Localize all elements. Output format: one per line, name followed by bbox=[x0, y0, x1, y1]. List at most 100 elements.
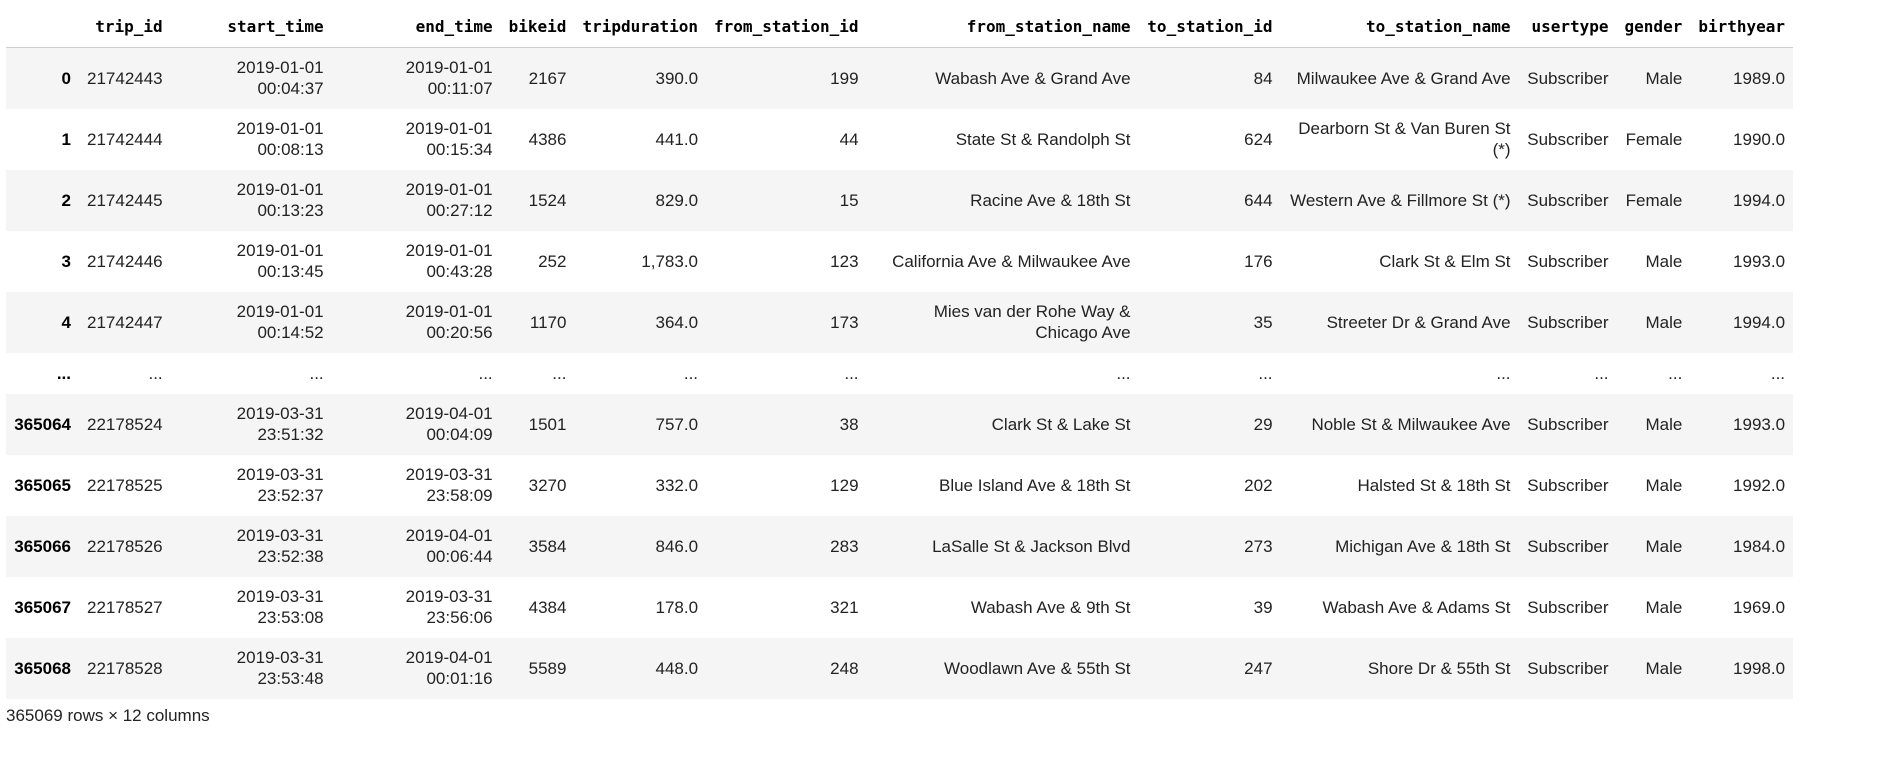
dataframe-table: trip_id start_time end_time bikeid tripd… bbox=[6, 5, 1794, 699]
cell-from-station-name: ... bbox=[1116, 363, 1131, 383]
cell-trip-id: 22178526 bbox=[87, 536, 163, 556]
cell-birthyear: 1993.0 bbox=[1733, 414, 1786, 434]
dataframe-shape-label: 365069 rows × 12 columns bbox=[6, 705, 210, 725]
table-row: 365064 22178524 2019-03-31 23:51:32 2019-04… bbox=[6, 393, 1794, 455]
cell-gender: Female bbox=[1625, 129, 1683, 149]
cell-to-station-name: Noble St & Milwaukee Ave bbox=[1311, 414, 1511, 434]
cell-to-station-name: Clark St & Elm St bbox=[1379, 251, 1511, 271]
table-row: 2 21742445 2019-01-01 00:13:23 2019-01-01 0… bbox=[6, 169, 1794, 231]
cell-trip-id: 22178527 bbox=[87, 597, 163, 617]
cell-end-time: 2019-03-31 23:56:06 bbox=[405, 587, 493, 627]
cell-bikeid: ... bbox=[552, 363, 567, 383]
cell-start-time: 2019-01-01 00:14:52 bbox=[236, 302, 324, 342]
cell-end-time: 2019-04-01 00:06:44 bbox=[405, 526, 493, 566]
cell-gender: Female bbox=[1625, 190, 1683, 210]
cell-trip-id: 22178524 bbox=[87, 414, 163, 434]
cell-end-time: 2019-01-01 00:43:28 bbox=[405, 241, 493, 281]
cell-to-station-id: 202 bbox=[1244, 475, 1273, 495]
cell-usertype: Subscriber bbox=[1527, 658, 1609, 678]
cell-gender: Male bbox=[1645, 536, 1683, 556]
cell-from-station-name: Woodlawn Ave & 55th St bbox=[944, 658, 1131, 678]
cell-to-station-name: ... bbox=[1496, 363, 1511, 383]
cell-tripduration: 390.0 bbox=[655, 68, 699, 88]
cell-start-time: 2019-03-31 23:51:32 bbox=[236, 404, 324, 444]
cell-gender: ... bbox=[1668, 363, 1683, 383]
cell-usertype: Subscriber bbox=[1527, 597, 1609, 617]
row-index: 365064 bbox=[14, 414, 71, 434]
column-header-end-time: end_time bbox=[331, 5, 501, 48]
row-index: 365065 bbox=[14, 475, 71, 495]
cell-tripduration: 846.0 bbox=[655, 536, 699, 556]
cell-from-station-id: 199 bbox=[830, 68, 859, 88]
table-row: 1 21742444 2019-01-01 00:08:13 2019-01-01 0… bbox=[6, 108, 1794, 170]
cell-to-station-name: Streeter Dr & Grand Ave bbox=[1326, 312, 1511, 332]
cell-from-station-name: California Ave & Milwaukee Ave bbox=[892, 251, 1131, 271]
cell-from-station-id: 38 bbox=[839, 414, 859, 434]
cell-trip-id: 21742445 bbox=[87, 190, 163, 210]
column-header-bikeid: bikeid bbox=[500, 5, 575, 48]
cell-birthyear: ... bbox=[1770, 363, 1786, 383]
cell-start-time: 2019-01-01 00:13:23 bbox=[236, 180, 324, 220]
cell-start-time: 2019-03-31 23:53:48 bbox=[236, 648, 324, 688]
cell-bikeid: 4384 bbox=[528, 597, 567, 617]
cell-birthyear: 1998.0 bbox=[1733, 658, 1786, 678]
cell-gender: Male bbox=[1645, 475, 1683, 495]
cell-gender: Male bbox=[1645, 658, 1683, 678]
cell-to-station-id: 273 bbox=[1244, 536, 1273, 556]
cell-trip-id: 21742444 bbox=[87, 129, 163, 149]
cell-start-time: 2019-01-01 00:08:13 bbox=[236, 119, 324, 159]
table-row: 365066 22178526 2019-03-31 23:52:38 2019-04… bbox=[6, 515, 1794, 577]
cell-birthyear: 1993.0 bbox=[1733, 251, 1786, 271]
cell-bikeid: 1524 bbox=[528, 190, 567, 210]
cell-trip-id: 22178528 bbox=[87, 658, 163, 678]
cell-to-station-id: 624 bbox=[1244, 129, 1273, 149]
cell-bikeid: 3270 bbox=[528, 475, 567, 495]
cell-usertype: Subscriber bbox=[1527, 414, 1609, 434]
cell-usertype: Subscriber bbox=[1527, 536, 1609, 556]
cell-bikeid: 2167 bbox=[528, 68, 567, 88]
cell-start-time: ... bbox=[309, 363, 324, 383]
column-header-from-station-name: from_station_name bbox=[866, 5, 1139, 48]
cell-tripduration: 441.0 bbox=[655, 129, 699, 149]
cell-tripduration: 829.0 bbox=[655, 190, 699, 210]
table-row: 365065 22178525 2019-03-31 23:52:37 2019-03… bbox=[6, 454, 1794, 516]
cell-bikeid: 1170 bbox=[529, 312, 567, 332]
cell-tripduration: 757.0 bbox=[655, 414, 699, 434]
cell-to-station-id: 247 bbox=[1244, 658, 1273, 678]
cell-from-station-name: Clark St & Lake St bbox=[991, 414, 1131, 434]
cell-from-station-id: 44 bbox=[839, 129, 859, 149]
cell-trip-id: 21742447 bbox=[87, 312, 163, 332]
cell-tripduration: 364.0 bbox=[655, 312, 699, 332]
cell-trip-id: 21742446 bbox=[87, 251, 163, 271]
cell-from-station-id: 173 bbox=[830, 312, 859, 332]
column-header-tripduration: tripduration bbox=[574, 5, 707, 48]
cell-birthyear: 1969.0 bbox=[1733, 597, 1786, 617]
cell-end-time: 2019-03-31 23:58:09 bbox=[405, 465, 493, 505]
cell-from-station-name: Mies van der Rohe Way & Chicago Ave bbox=[933, 302, 1131, 342]
cell-trip-id: ... bbox=[148, 363, 163, 383]
cell-to-station-id: 84 bbox=[1253, 68, 1273, 88]
cell-from-station-id: 15 bbox=[839, 190, 859, 210]
cell-birthyear: 1984.0 bbox=[1733, 536, 1786, 556]
cell-to-station-name: Michigan Ave & 18th St bbox=[1335, 536, 1511, 556]
cell-tripduration: 448.0 bbox=[655, 658, 699, 678]
cell-end-time: 2019-01-01 00:20:56 bbox=[405, 302, 493, 342]
cell-to-station-name: Shore Dr & 55th St bbox=[1367, 658, 1511, 678]
cell-tripduration: 178.0 bbox=[655, 597, 699, 617]
row-index: 365066 bbox=[14, 536, 71, 556]
cell-usertype: Subscriber bbox=[1527, 190, 1609, 210]
cell-to-station-id: ... bbox=[1258, 363, 1273, 383]
cell-from-station-id: 321 bbox=[830, 597, 859, 617]
cell-to-station-id: 644 bbox=[1244, 190, 1273, 210]
cell-to-station-id: 176 bbox=[1244, 251, 1273, 271]
cell-usertype: Subscriber bbox=[1527, 68, 1609, 88]
cell-end-time: 2019-01-01 00:27:12 bbox=[405, 180, 493, 220]
row-index: 1 bbox=[61, 129, 71, 149]
dataframe-output: trip_id start_time end_time bikeid tripd… bbox=[0, 0, 1880, 726]
ellipsis-row: ....................................... bbox=[6, 352, 1794, 394]
cell-tripduration: ... bbox=[683, 363, 699, 383]
table-row: 4 21742447 2019-01-01 00:14:52 2019-01-01 0… bbox=[6, 291, 1794, 353]
cell-usertype: Subscriber bbox=[1527, 312, 1609, 332]
cell-trip-id: 21742443 bbox=[87, 68, 163, 88]
table-row: 365067 22178527 2019-03-31 23:53:08 2019-03… bbox=[6, 576, 1794, 638]
